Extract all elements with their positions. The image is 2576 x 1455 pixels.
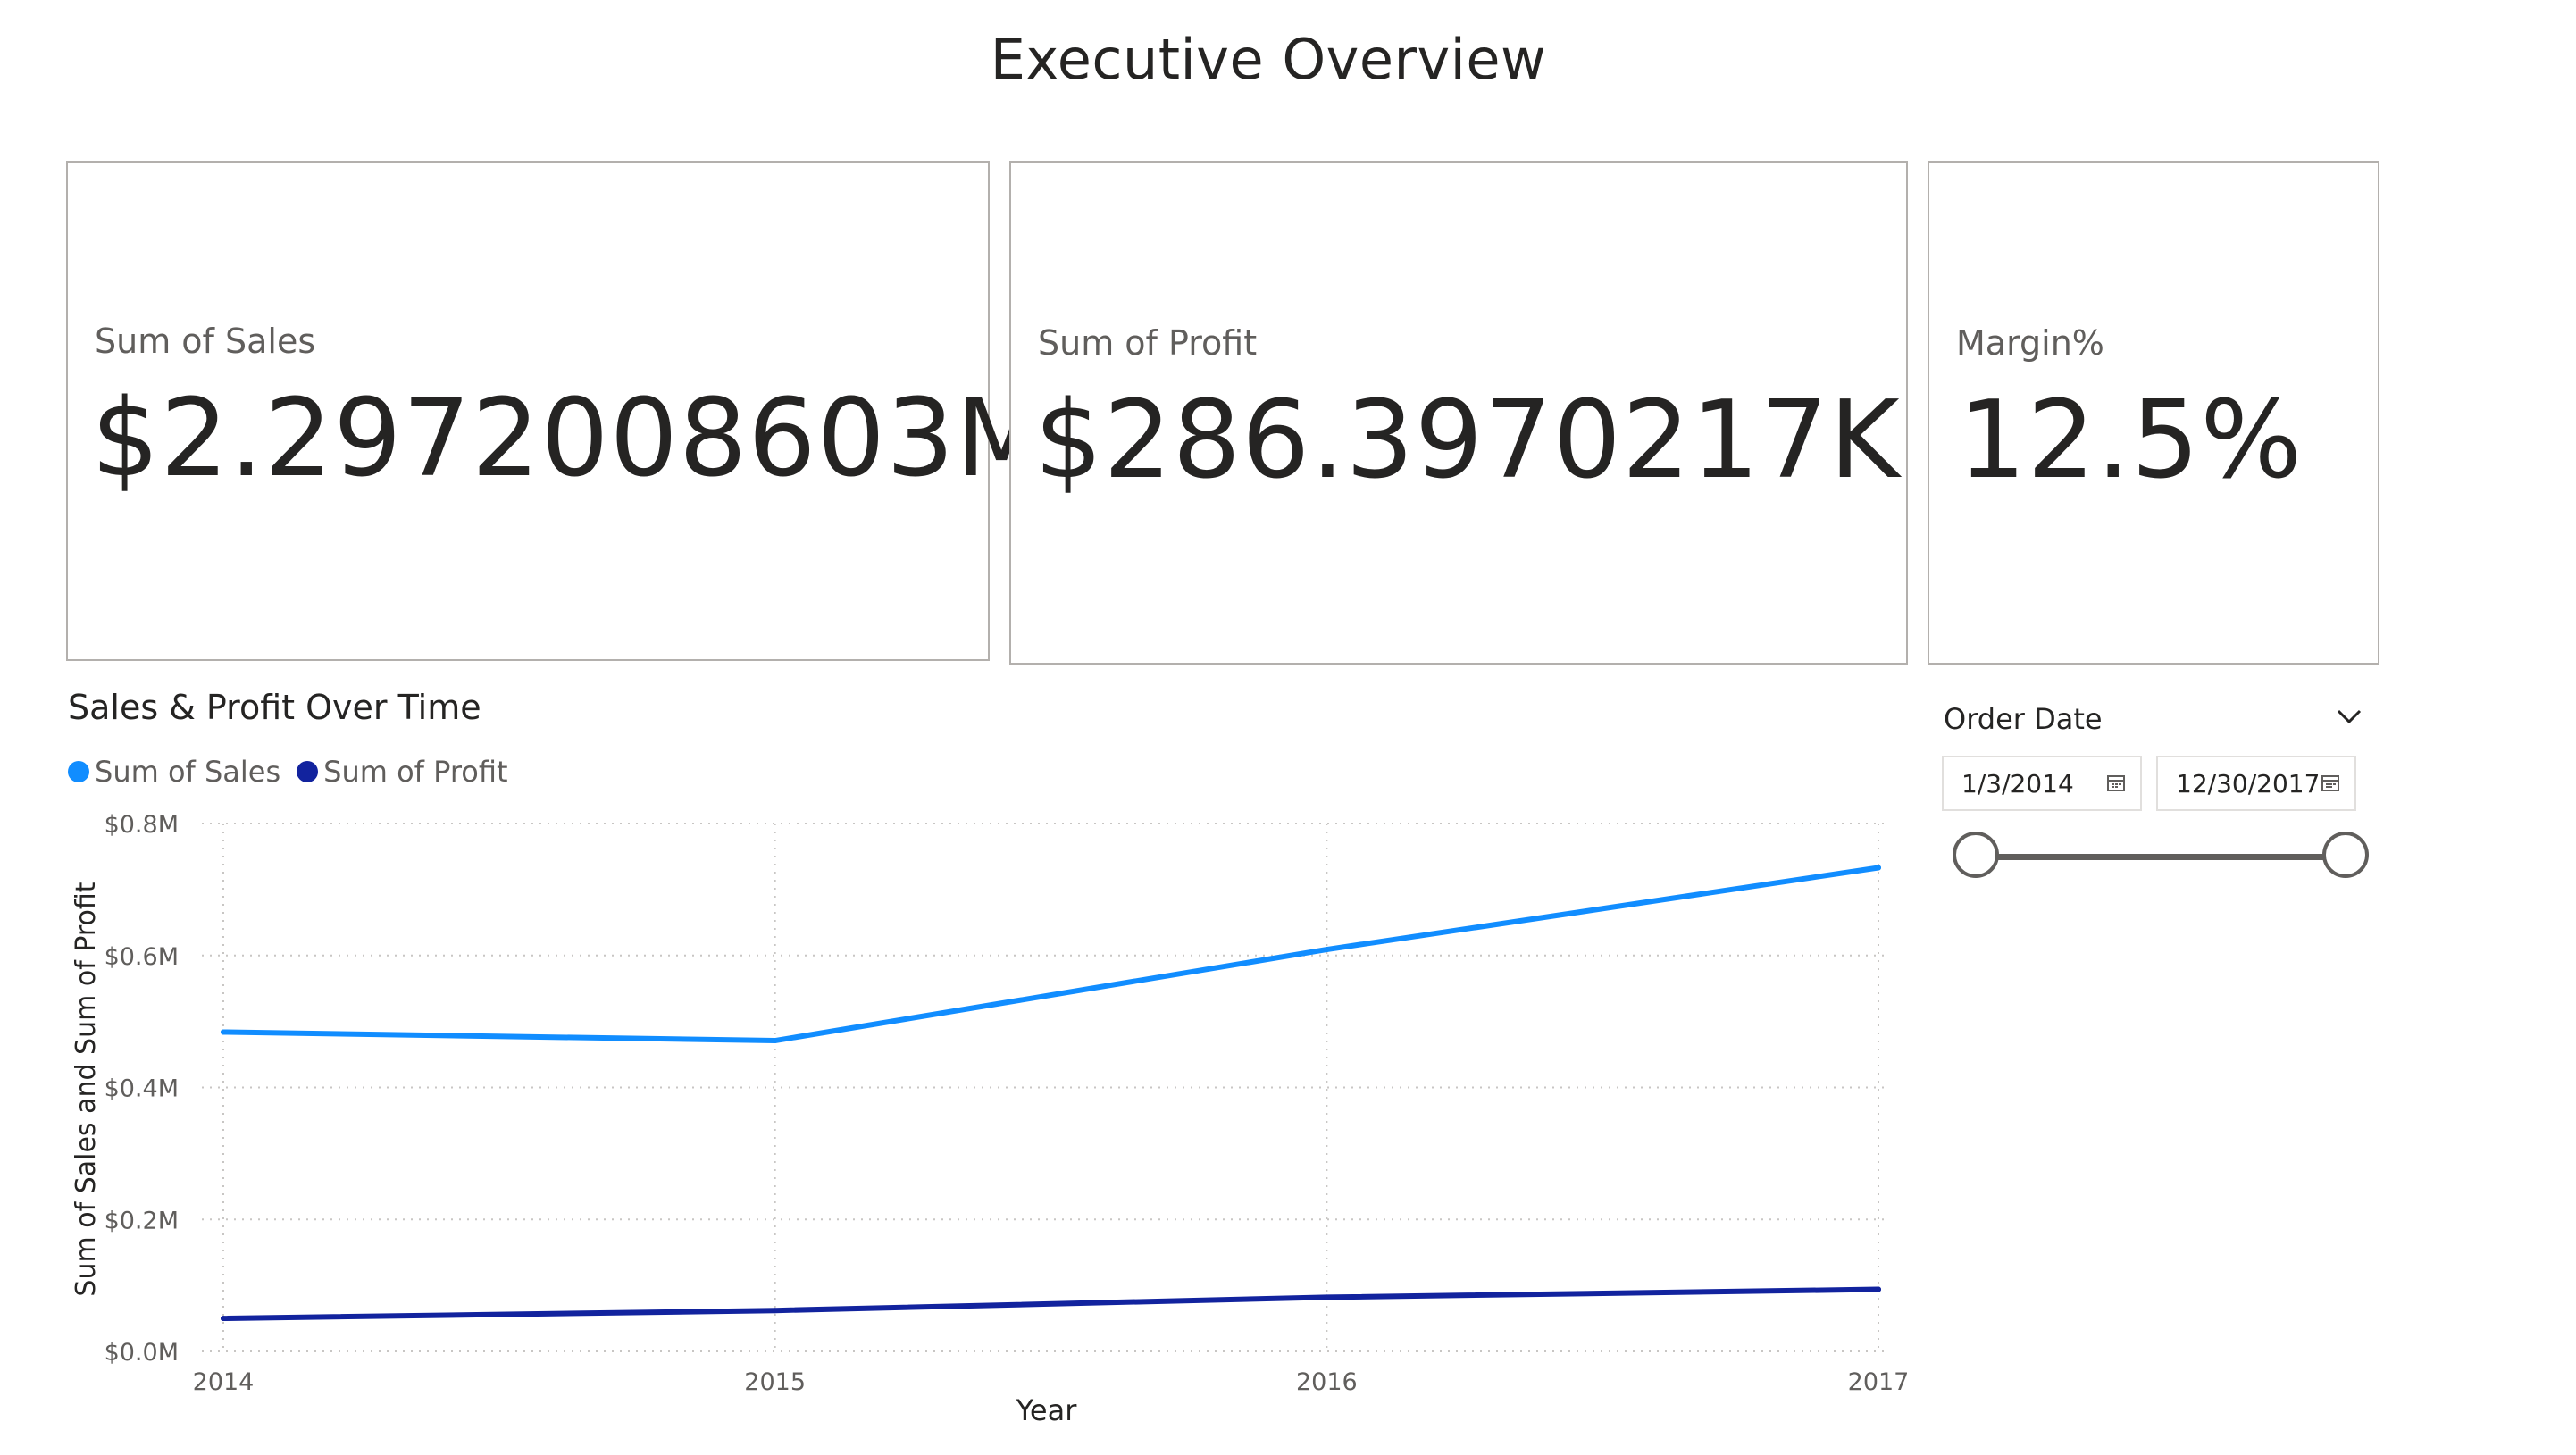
sales-data-point — [1324, 947, 1330, 953]
x-tick-label: 2015 — [744, 1368, 806, 1396]
y-axis-title: Sum of Sales and Sum of Profit — [71, 882, 102, 1296]
margin-card[interactable]: Margin% 12.5% — [1928, 161, 2379, 665]
y-tick-label: $0.6M — [105, 943, 179, 971]
y-tick-label: $0.4M — [105, 1075, 179, 1103]
end-date-field[interactable]: 12/30/2017 — [2156, 756, 2356, 811]
start-date-field[interactable]: 1/3/2014 — [1942, 756, 2142, 811]
slider-handle-start[interactable] — [1953, 832, 1999, 878]
y-tick-label: $0.0M — [105, 1339, 179, 1367]
x-tick-label: 2017 — [1848, 1368, 1910, 1396]
profit-data-point — [772, 1308, 778, 1314]
profit-data-point — [221, 1316, 226, 1322]
start-date-value: 1/3/2014 — [1961, 768, 2074, 799]
sales-data-point — [772, 1038, 778, 1044]
profit-data-point — [1324, 1294, 1330, 1300]
x-tick-label: 2016 — [1296, 1368, 1358, 1396]
slider-handle-end[interactable] — [2322, 832, 2369, 878]
x-axis-title: Year — [1016, 1393, 1078, 1427]
calendar-icon[interactable] — [2106, 773, 2126, 793]
sales-data-point — [221, 1029, 226, 1035]
x-tick-label: 2014 — [193, 1368, 255, 1396]
date-range-track[interactable] — [1976, 854, 2346, 860]
sales-series-line — [221, 865, 1881, 1044]
slicer-title: Order Date — [1944, 702, 2103, 736]
profit-series-line — [221, 1286, 1881, 1322]
profit-data-point — [1876, 1286, 1881, 1292]
chevron-down-icon[interactable] — [2331, 698, 2367, 734]
end-date-value: 12/30/2017 — [2176, 768, 2321, 799]
sales-data-point — [1876, 865, 1881, 871]
calendar-icon[interactable] — [2321, 773, 2340, 793]
line-chart[interactable]: $0.0M $0.2M $0.4M $0.6M $0.8M 2014 2015 2016 201… — [0, 0, 1965, 1455]
series-layer — [221, 865, 1881, 1322]
margin-card-value: 12.5% — [1958, 379, 2304, 503]
y-tick-label: $0.8M — [105, 811, 179, 839]
margin-card-label: Margin% — [1956, 323, 2104, 363]
y-tick-label: $0.2M — [105, 1207, 179, 1234]
